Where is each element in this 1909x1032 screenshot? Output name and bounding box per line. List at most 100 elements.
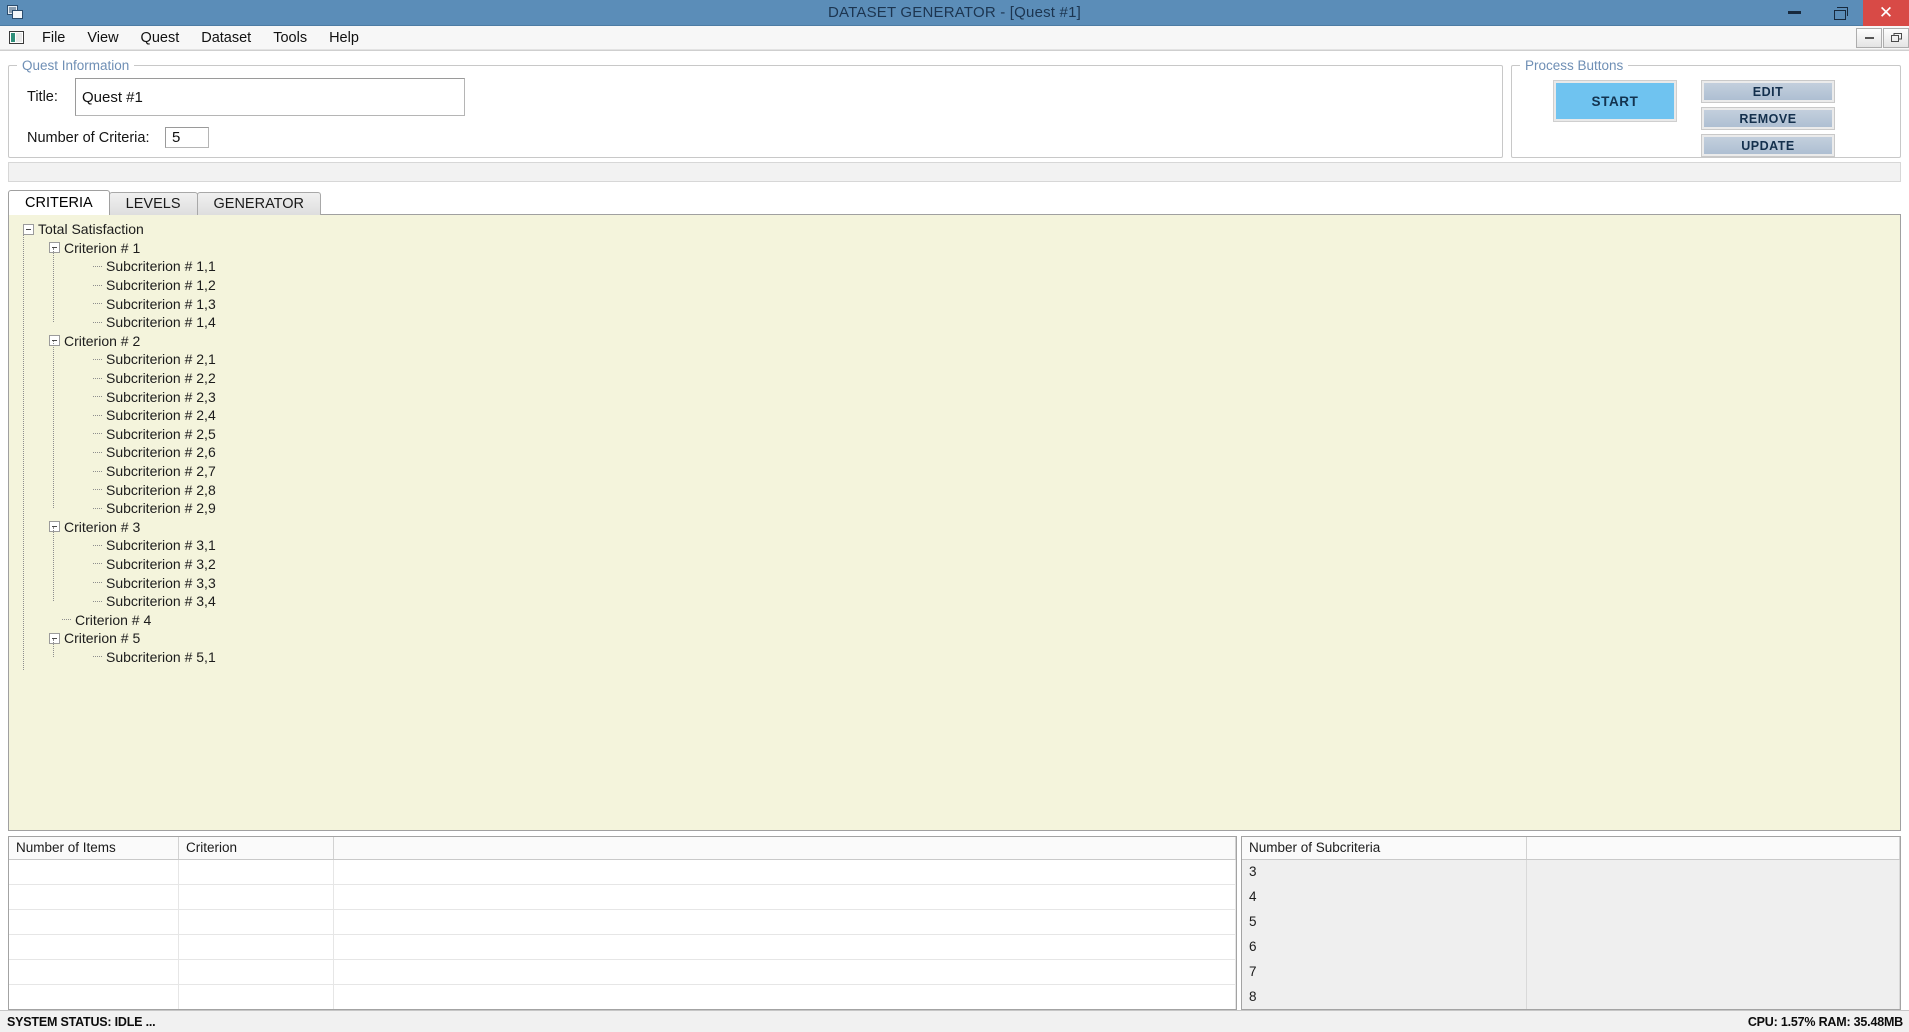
tree-node[interactable]: Subcriterion # 2,8 (19, 480, 1900, 499)
table-row[interactable] (9, 935, 1236, 960)
table-cell[interactable] (334, 860, 1236, 884)
title-input[interactable] (75, 78, 465, 116)
tree-node[interactable]: Criterion # 3 (19, 518, 1900, 537)
table-cell[interactable] (334, 910, 1236, 934)
table-row[interactable]: 3 (1242, 860, 1900, 885)
table-row[interactable] (9, 985, 1236, 1009)
table-cell[interactable]: 5 (1242, 910, 1527, 935)
tree-node[interactable]: Subcriterion # 2,9 (19, 499, 1900, 518)
mdi-minimize-button[interactable] (1856, 27, 1882, 48)
table-row[interactable] (9, 910, 1236, 935)
column-header[interactable]: Number of Subcriteria (1242, 837, 1527, 859)
column-header[interactable]: Number of Items (9, 837, 179, 859)
menu-item-file[interactable]: File (31, 27, 76, 49)
table-cell[interactable] (179, 910, 334, 934)
tree-node[interactable]: Criterion # 2 (19, 332, 1900, 351)
table-cell[interactable] (179, 985, 334, 1009)
table-cell[interactable] (334, 935, 1236, 959)
tree-node[interactable]: Subcriterion # 1,1 (19, 257, 1900, 276)
table-cell[interactable] (9, 910, 179, 934)
tree-node[interactable]: Subcriterion # 1,2 (19, 276, 1900, 295)
criteria-count-input[interactable] (165, 127, 209, 148)
collapse-toggle-icon[interactable] (49, 521, 60, 533)
table-cell[interactable] (179, 860, 334, 884)
column-header[interactable]: Criterion (179, 837, 334, 859)
menu-item-quest[interactable]: Quest (130, 27, 191, 49)
collapse-toggle-icon[interactable] (49, 242, 60, 254)
tree-node[interactable]: Subcriterion # 2,1 (19, 350, 1900, 369)
mdi-restore-button[interactable] (1883, 27, 1909, 48)
table-cell[interactable]: 3 (1242, 860, 1527, 885)
tree-node[interactable]: Subcriterion # 3,2 (19, 555, 1900, 574)
menu-item-dataset[interactable]: Dataset (190, 27, 262, 49)
table-row[interactable]: 5 (1242, 910, 1900, 935)
remove-button[interactable]: REMOVE (1701, 107, 1835, 130)
tree-node[interactable]: Subcriterion # 2,3 (19, 387, 1900, 406)
table-row[interactable] (9, 885, 1236, 910)
tree-node[interactable]: Subcriterion # 2,5 (19, 425, 1900, 444)
table-row[interactable]: 8 (1242, 985, 1900, 1009)
table-row[interactable]: 6 (1242, 935, 1900, 960)
criteria-tree[interactable]: Total Satisfaction Criterion # 1 Subcriter… (9, 215, 1900, 830)
tab-generator[interactable]: GENERATOR (196, 192, 322, 215)
update-button[interactable]: UPDATE (1701, 134, 1835, 157)
tree-node[interactable]: Subcriterion # 2,7 (19, 462, 1900, 481)
column-header[interactable] (334, 837, 1236, 859)
minimize-button[interactable] (1771, 0, 1817, 26)
table-row[interactable]: 4 (1242, 885, 1900, 910)
table-cell[interactable]: 4 (1242, 885, 1527, 910)
tree-node[interactable]: Subcriterion # 1,4 (19, 313, 1900, 332)
table-cell[interactable] (9, 860, 179, 884)
table-cell[interactable] (334, 885, 1236, 909)
tree-node[interactable]: Subcriterion # 3,3 (19, 573, 1900, 592)
tree-node[interactable]: Subcriterion # 3,4 (19, 592, 1900, 611)
table-cell[interactable]: 6 (1242, 935, 1527, 960)
table-cell[interactable] (1527, 910, 1900, 935)
restore-button[interactable] (1817, 0, 1863, 26)
table-cell[interactable]: 7 (1242, 960, 1527, 985)
tree-node[interactable]: Subcriterion # 2,4 (19, 406, 1900, 425)
tab-criteria[interactable]: CRITERIA (8, 190, 110, 215)
tree-node[interactable]: Criterion # 1 (19, 239, 1900, 258)
table-cell[interactable] (179, 885, 334, 909)
menu-item-tools[interactable]: Tools (262, 27, 318, 49)
close-button[interactable]: ✕ (1863, 0, 1909, 26)
table-cell[interactable] (1527, 860, 1900, 885)
tree-node[interactable]: Total Satisfaction (19, 220, 1900, 239)
tree-node[interactable]: Criterion # 4 (19, 610, 1900, 629)
table-cell[interactable] (179, 960, 334, 984)
tree-node[interactable]: Subcriterion # 1,3 (19, 294, 1900, 313)
table-cell[interactable] (9, 885, 179, 909)
collapse-toggle-icon[interactable] (23, 223, 34, 235)
table-cell[interactable] (334, 960, 1236, 984)
tree-node[interactable]: Criterion # 5 (19, 629, 1900, 648)
table-cell[interactable] (9, 985, 179, 1009)
tab-levels[interactable]: LEVELS (108, 192, 198, 215)
table-row[interactable]: 7 (1242, 960, 1900, 985)
criterion-items-grid-body[interactable] (9, 860, 1236, 1009)
menu-item-view[interactable]: View (76, 27, 129, 49)
table-cell[interactable] (9, 960, 179, 984)
collapse-toggle-icon[interactable] (49, 335, 60, 347)
edit-button[interactable]: EDIT (1701, 80, 1835, 103)
table-cell[interactable] (1527, 935, 1900, 960)
table-row[interactable] (9, 860, 1236, 885)
table-cell[interactable] (1527, 960, 1900, 985)
tree-node[interactable]: Subcriterion # 5,1 (19, 648, 1900, 667)
collapse-toggle-icon[interactable] (49, 632, 60, 644)
table-row[interactable] (9, 960, 1236, 985)
tree-node[interactable]: Subcriterion # 3,1 (19, 536, 1900, 555)
table-cell[interactable] (9, 935, 179, 959)
tree-node[interactable]: Subcriterion # 2,2 (19, 369, 1900, 388)
table-cell[interactable] (1527, 985, 1900, 1009)
table-cell[interactable]: 8 (1242, 985, 1527, 1009)
menu-item-help[interactable]: Help (318, 27, 370, 49)
table-cell[interactable] (334, 985, 1236, 1009)
table-cell[interactable] (1527, 885, 1900, 910)
subcriteria-grid-body[interactable]: 3456789 (1242, 860, 1900, 1009)
table-cell[interactable] (179, 935, 334, 959)
tree-node[interactable]: Subcriterion # 2,6 (19, 443, 1900, 462)
title-row: Title: (9, 73, 1502, 116)
column-header[interactable] (1527, 837, 1900, 859)
start-button[interactable]: START (1553, 80, 1677, 122)
